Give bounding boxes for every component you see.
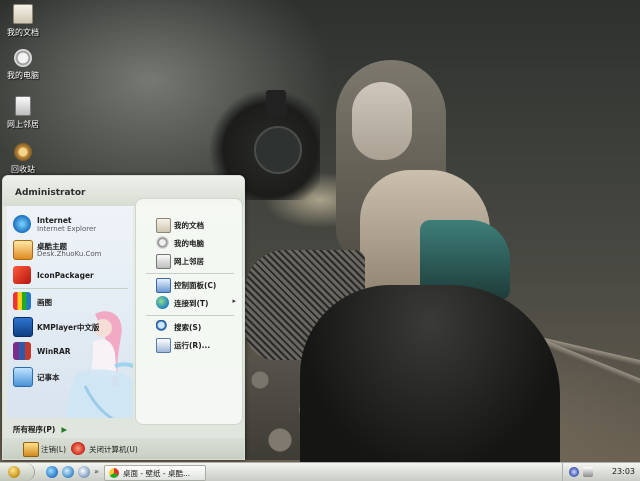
my-computer-icon — [14, 49, 32, 67]
network-places-icon — [156, 254, 171, 269]
start-menu-places-pane: 我的文档 我的电脑 网上邻居 控制面板(C) 连接到(T) ▸ 搜索(S) 运行… — [135, 198, 243, 425]
places-label: 我的文档 — [174, 221, 204, 230]
my-documents-icon — [13, 4, 33, 24]
network-places-icon — [15, 96, 31, 116]
tray-volume-icon[interactable] — [583, 467, 593, 477]
program-title: 记事本 — [37, 373, 60, 382]
desktop-icon-my-documents[interactable]: 我的文档 — [0, 4, 46, 38]
kmplayer-icon — [13, 317, 33, 337]
my-computer-icon — [156, 236, 169, 249]
winrar-icon — [13, 342, 31, 360]
system-tray: 23:03 — [562, 463, 640, 481]
recycle-bin-icon — [14, 143, 32, 161]
places-my-documents[interactable]: 我的文档 — [156, 217, 238, 233]
taskbar-window-title: 桌面 - 壁纸 - 桌酷... — [123, 469, 191, 478]
program-iconpackager[interactable]: IconPackager — [11, 263, 129, 287]
start-menu-footer: 注销(L) 关闭计算机(U) — [3, 438, 244, 459]
internet-explorer-icon — [13, 215, 31, 233]
quicklaunch-ie-icon[interactable] — [46, 466, 58, 478]
notepad-icon — [13, 367, 33, 387]
connect-to-icon — [156, 296, 169, 309]
program-notepad[interactable]: 记事本 — [11, 364, 129, 388]
places-my-computer[interactable]: 我的电脑 — [156, 235, 238, 251]
control-panel-icon — [156, 278, 171, 293]
program-title: 画图 — [37, 298, 52, 307]
tray-network-icon[interactable] — [569, 467, 579, 477]
quicklaunch-browser-icon[interactable] — [62, 466, 74, 478]
logoff-label: 注销(L) — [41, 445, 67, 454]
desktop-icon-my-computer[interactable]: 我的电脑 — [0, 49, 46, 81]
desktop-icon-label: 回收站 — [11, 165, 35, 174]
start-button[interactable] — [0, 463, 35, 481]
start-orb-icon — [8, 466, 20, 478]
my-documents-icon — [156, 218, 171, 233]
places-search[interactable]: 搜索(S) — [156, 319, 238, 335]
program-title: KMPlayer中文版 — [37, 323, 100, 332]
places-connect-to[interactable]: 连接到(T) ▸ — [156, 295, 238, 311]
program-paint[interactable]: 画图 — [11, 289, 129, 313]
program-subtitle: Desk.ZhuoKu.Com — [37, 250, 102, 258]
submenu-arrow-icon: ▸ — [232, 297, 236, 305]
program-zhuoku-theme[interactable]: 桌酷主题 Desk.ZhuoKu.Com — [11, 237, 129, 261]
places-network[interactable]: 网上邻居 — [156, 253, 238, 269]
user-name: Administrator — [15, 188, 86, 198]
arrow-right-icon: ▶ — [61, 425, 68, 434]
program-title: WinRAR — [37, 347, 71, 356]
clock[interactable]: 23:03 — [612, 467, 635, 476]
places-label: 连接到(T) — [174, 299, 209, 308]
menu-separator — [146, 315, 234, 316]
places-run[interactable]: 运行(R)... — [156, 337, 238, 353]
program-title: Internet — [37, 216, 72, 225]
shutdown-label: 关闭计算机(U) — [89, 445, 138, 454]
desktop-icon-network-places[interactable]: 网上邻居 — [0, 96, 46, 130]
desktop-icon-recycle-bin[interactable]: 回收站 — [0, 143, 46, 175]
power-icon — [71, 442, 85, 455]
search-icon — [156, 320, 169, 333]
places-label: 网上邻居 — [174, 257, 204, 266]
program-subtitle: Internet Explorer — [37, 225, 97, 233]
all-programs-button[interactable]: 所有程序(P) ▶ — [13, 424, 67, 435]
girl-dress — [300, 285, 560, 462]
desktop-icon-label: 我的电脑 — [7, 71, 39, 80]
places-control-panel[interactable]: 控制面板(C) — [156, 277, 238, 293]
places-label: 运行(R)... — [174, 341, 211, 350]
places-label: 控制面板(C) — [174, 281, 217, 290]
taskbar-window-button[interactable]: 桌面 - 壁纸 - 桌酷... — [104, 465, 206, 481]
places-label: 我的电脑 — [174, 239, 204, 248]
program-winrar[interactable]: WinRAR — [11, 339, 129, 363]
iconpackager-icon — [13, 266, 31, 284]
quicklaunch-more-icon[interactable]: » — [94, 467, 99, 476]
girl-face — [352, 82, 412, 160]
logoff-icon — [23, 442, 39, 457]
program-kmplayer[interactable]: KMPlayer中文版 — [11, 314, 129, 338]
program-title: IconPackager — [37, 271, 94, 280]
run-icon — [156, 338, 171, 353]
chrome-icon — [109, 468, 119, 478]
menu-separator — [146, 273, 234, 274]
paint-icon — [13, 292, 31, 310]
quicklaunch-desktop-icon[interactable] — [78, 466, 90, 478]
taskbar: » 桌面 - 壁纸 - 桌酷... 23:03 — [0, 462, 640, 481]
desktop-icon-label: 网上邻居 — [7, 120, 39, 129]
zhuoku-icon — [13, 240, 33, 260]
desktop-icon-label: 我的文档 — [7, 28, 39, 37]
places-label: 搜索(S) — [174, 323, 202, 332]
all-programs-label: 所有程序(P) — [13, 425, 56, 434]
program-internet-explorer[interactable]: Internet Internet Explorer — [11, 212, 129, 236]
start-menu: Administrator Internet Internet Explorer… — [2, 175, 245, 460]
